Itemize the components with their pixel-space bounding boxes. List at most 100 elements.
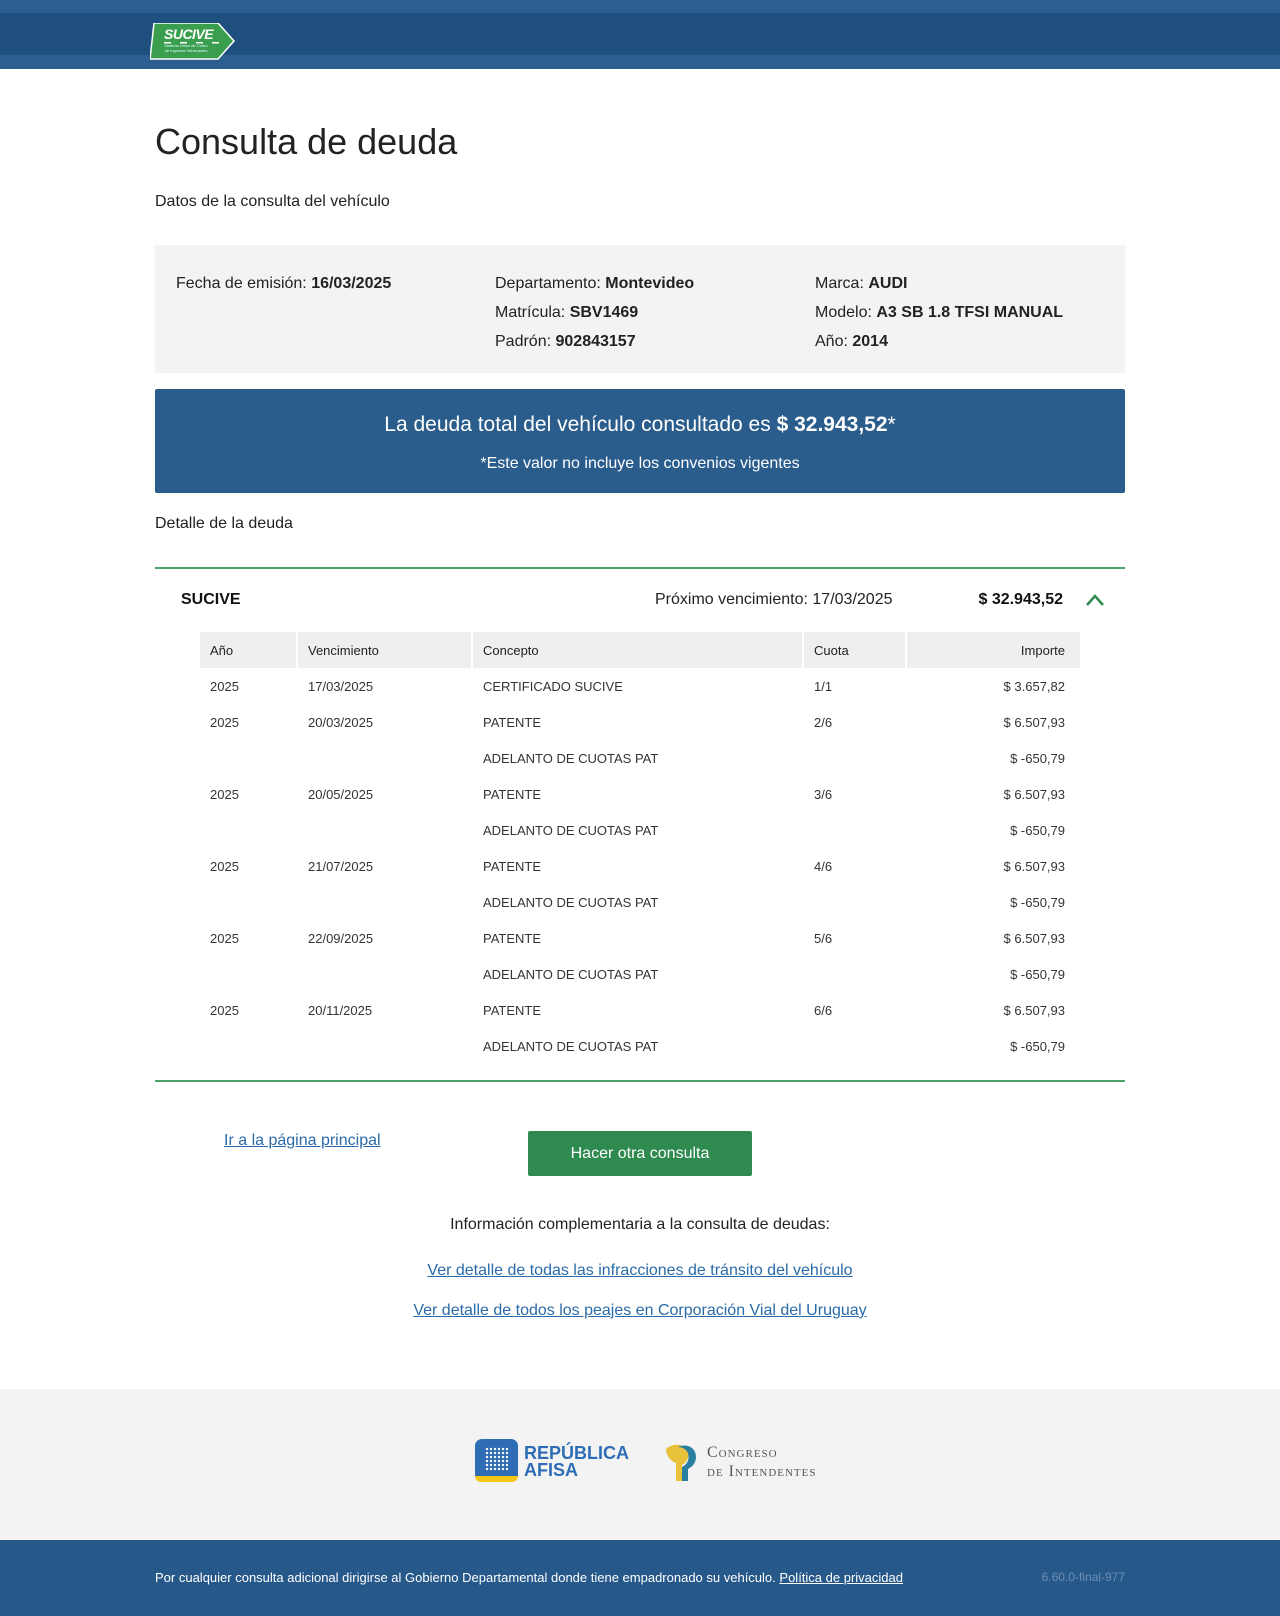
- department-label: Departamento:: [495, 275, 601, 292]
- department: Departamento: Montevideo: [495, 269, 694, 298]
- cell-concept: PATENTE: [483, 786, 542, 802]
- emission-date-label: Fecha de emisión:: [176, 275, 307, 292]
- privacy-policy-link[interactable]: Política de privacidad: [779, 1570, 903, 1585]
- infractions-link[interactable]: Ver detalle de todas las infracciones de…: [427, 1262, 852, 1279]
- cell-year: 2025: [210, 678, 239, 694]
- vehicle-info-box: Fecha de emisión: 16/03/2025 Departament…: [155, 245, 1125, 373]
- cell-amount: $ 6.507,93: [1003, 786, 1065, 802]
- congreso-intendentes-logo-text: Congreso de Intendentes: [707, 1443, 816, 1481]
- column-header-amount: Importe: [907, 632, 1080, 668]
- cell-concept: ADELANTO DE CUOTAS PAT: [483, 966, 659, 982]
- cell-amount: $ -650,79: [1010, 1038, 1065, 1054]
- cell-concept: PATENTE: [483, 930, 542, 946]
- panel-amount: $ 32.943,52: [978, 591, 1063, 608]
- cell-due-date: [298, 812, 473, 848]
- total-debt-line: La deuda total del vehículo consultado e…: [155, 413, 1125, 437]
- model-value: A3 SB 1.8 TFSI MANUAL: [876, 304, 1064, 321]
- cell-amount: $ -650,79: [1010, 894, 1065, 910]
- total-debt-amount: $ 32.943,52: [776, 413, 888, 436]
- logo-subtext: Sistema Único de Cobro de Ingresos Vehic…: [164, 43, 208, 53]
- cell-amount: $ 3.657,82: [1003, 678, 1065, 694]
- department-value: Montevideo: [605, 275, 695, 292]
- cell-installment: 4/6: [814, 858, 833, 874]
- partner-logos-band: REPÚBLICA AFISA Congreso de Intendentes: [0, 1389, 1280, 1540]
- congreso-intendentes-icon: [666, 1444, 696, 1481]
- cell-amount: $ 6.507,93: [1003, 930, 1065, 946]
- cell-concept: ADELANTO DE CUOTAS PAT: [483, 750, 659, 766]
- congreso-line2: de Intendentes: [707, 1463, 817, 1480]
- cell-installment: [804, 812, 907, 848]
- footer-text: Por cualquier consulta adicional dirigir…: [155, 1570, 903, 1585]
- cell-concept: PATENTE: [483, 714, 542, 730]
- debt-table: Año Vencimiento Concepto Cuota Importe 2…: [200, 632, 1080, 1064]
- year-label: Año:: [815, 333, 848, 350]
- cell-installment: [804, 740, 907, 776]
- cell-year: 2025: [210, 1002, 239, 1018]
- table-row: 2025 20/11/2025 PATENTE 6/6 $ 6.507,93: [200, 992, 1080, 1028]
- version-label: 6.60.0-final-977: [1041, 1570, 1125, 1584]
- detail-title: Detalle de la deuda: [155, 515, 293, 532]
- cell-amount: $ 6.507,93: [1003, 714, 1065, 730]
- complementary-title: Información complementaria a la consulta…: [450, 1216, 830, 1233]
- model-label: Modelo:: [815, 304, 872, 321]
- republica-afisa-icon: [475, 1439, 518, 1482]
- page-subtitle: Datos de la consulta del vehículo: [155, 193, 390, 210]
- page-title: Consulta de deuda: [155, 121, 458, 162]
- emission-date-value: 16/03/2025: [311, 275, 392, 292]
- license-plate-label: Matrícula:: [495, 304, 566, 321]
- cell-year: [200, 740, 298, 776]
- column-header-concept: Concepto: [473, 632, 804, 668]
- cell-amount: $ -650,79: [1010, 822, 1065, 838]
- panel-name: SUCIVE: [181, 591, 241, 608]
- cell-due-date: [298, 1028, 473, 1064]
- republica-afisa-logo-text: REPÚBLICA AFISA: [524, 1444, 629, 1479]
- cell-year: 2025: [210, 714, 239, 730]
- cell-amount: $ -650,79: [1010, 966, 1065, 982]
- sucive-logo[interactable]: SUCIVE Sistema Único de Cobro de Ingreso…: [149, 22, 236, 60]
- cell-concept: ADELANTO DE CUOTAS PAT: [483, 1038, 659, 1054]
- cell-due-date: 20/05/2025: [308, 786, 374, 802]
- footer-message: Por cualquier consulta adicional dirigir…: [155, 1570, 776, 1585]
- cell-installment: 6/6: [814, 1002, 833, 1018]
- next-due-value: 17/03/2025: [812, 591, 893, 608]
- next-due-date: Próximo vencimiento: 17/03/2025: [655, 591, 892, 609]
- home-link[interactable]: Ir a la página principal: [224, 1132, 381, 1150]
- congreso-line1: Congreso: [707, 1444, 778, 1461]
- total-debt-note: *Este valor no incluye los convenios vig…: [480, 455, 800, 472]
- column-header-year: Año: [200, 632, 298, 668]
- cell-amount: $ -650,79: [1010, 750, 1065, 766]
- top-header: SUCIVE Sistema Único de Cobro de Ingreso…: [0, 0, 1280, 69]
- total-debt-banner: La deuda total del vehículo consultado e…: [155, 389, 1125, 493]
- cell-due-date: 21/07/2025: [308, 858, 374, 874]
- republica-dots: [485, 1447, 509, 1471]
- table-row: ADELANTO DE CUOTAS PAT $ -650,79: [200, 1028, 1080, 1064]
- total-debt-asterisk: *: [887, 413, 896, 436]
- tolls-link-row: Ver detalle de todos los peajes en Corpo…: [0, 1302, 1280, 1320]
- table-row: 2025 20/03/2025 PATENTE 2/6 $ 6.507,93: [200, 704, 1080, 740]
- debt-detail-panel: SUCIVE Próximo vencimiento: 17/03/2025 $…: [155, 567, 1125, 1082]
- cell-installment: [804, 956, 907, 992]
- brand-label: Marca:: [815, 275, 864, 292]
- license-plate-value: SBV1469: [569, 304, 639, 321]
- padron-value: 902843157: [555, 333, 636, 350]
- cell-due-date: 17/03/2025: [308, 678, 374, 694]
- table-row: ADELANTO DE CUOTAS PAT $ -650,79: [200, 884, 1080, 920]
- padron-label: Padrón:: [495, 333, 552, 350]
- table-row: 2025 22/09/2025 PATENTE 5/6 $ 6.507,93: [200, 920, 1080, 956]
- cell-installment: 3/6: [814, 786, 833, 802]
- year: Año: 2014: [815, 327, 1063, 356]
- total-debt-text: La deuda total del vehículo consultado e…: [384, 413, 771, 436]
- logo-text: SUCIVE: [164, 26, 214, 42]
- table-row: 2025 20/05/2025 PATENTE 3/6 $ 6.507,93: [200, 776, 1080, 812]
- cell-year: [200, 884, 298, 920]
- cell-amount: $ 6.507,93: [1003, 1002, 1065, 1018]
- padron: Padrón: 902843157: [495, 327, 694, 356]
- table-row: ADELANTO DE CUOTAS PAT $ -650,79: [200, 812, 1080, 848]
- tolls-link[interactable]: Ver detalle de todos los peajes en Corpo…: [413, 1302, 866, 1319]
- chevron-up-icon[interactable]: [1085, 593, 1105, 607]
- new-query-button[interactable]: Hacer otra consulta: [528, 1131, 752, 1176]
- cell-due-date: 20/11/2025: [308, 1002, 373, 1018]
- table-row: 2025 21/07/2025 PATENTE 4/6 $ 6.507,93: [200, 848, 1080, 884]
- cell-installment: 2/6: [814, 714, 833, 730]
- cell-year: 2025: [210, 858, 239, 874]
